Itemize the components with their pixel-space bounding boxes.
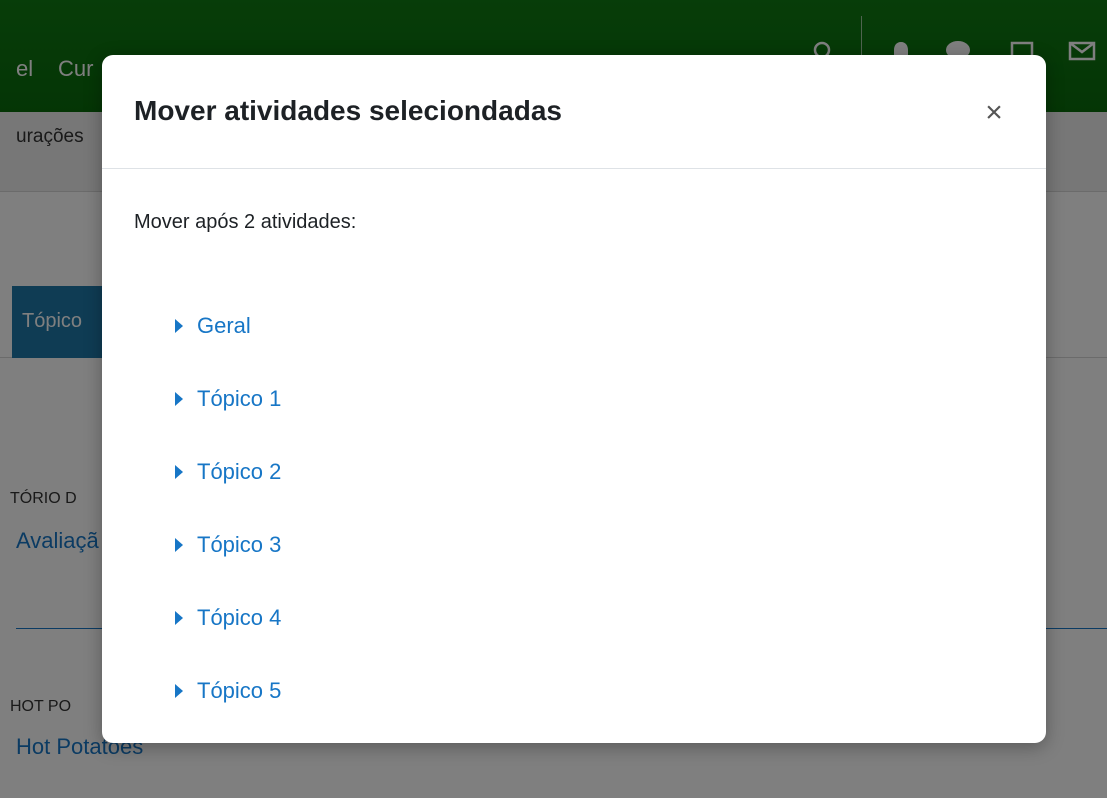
caret-right-icon[interactable] [175, 319, 183, 333]
section-item-topico-5[interactable]: Tópico 5 [175, 654, 1014, 727]
move-instruction: Mover após 2 atividades: [134, 211, 357, 233]
section-item-topico-1[interactable]: Tópico 1 [175, 362, 1014, 435]
section-item-topico-3[interactable]: Tópico 3 [175, 508, 1014, 581]
section-link[interactable]: Geral [197, 313, 251, 339]
section-list: Geral Tópico 1 Tópico 2 Tópico 3 Tópico … [175, 290, 1014, 727]
move-activities-modal: Mover atividades seleciondadas × Mover a… [102, 55, 1046, 743]
section-link[interactable]: Tópico 3 [197, 532, 281, 558]
section-item-topico-2[interactable]: Tópico 2 [175, 435, 1014, 508]
section-link[interactable]: Tópico 5 [197, 678, 281, 704]
caret-right-icon[interactable] [175, 391, 183, 406]
modal-body: Mover após 2 atividades: Geral Tópico 1 … [102, 169, 1046, 727]
section-item-geral[interactable]: Geral [175, 290, 1014, 362]
caret-right-icon[interactable] [175, 464, 183, 479]
caret-right-icon[interactable] [175, 683, 183, 698]
caret-right-icon[interactable] [175, 610, 183, 625]
caret-right-icon[interactable] [175, 537, 183, 552]
modal-header: Mover atividades seleciondadas × [102, 55, 1046, 169]
section-link[interactable]: Tópico 2 [197, 459, 281, 485]
close-icon[interactable]: × [980, 97, 1008, 129]
section-link[interactable]: Tópico 1 [197, 386, 281, 412]
modal-title: Mover atividades seleciondadas [134, 95, 562, 126]
section-link[interactable]: Tópico 4 [197, 605, 281, 631]
section-item-topico-4[interactable]: Tópico 4 [175, 581, 1014, 654]
